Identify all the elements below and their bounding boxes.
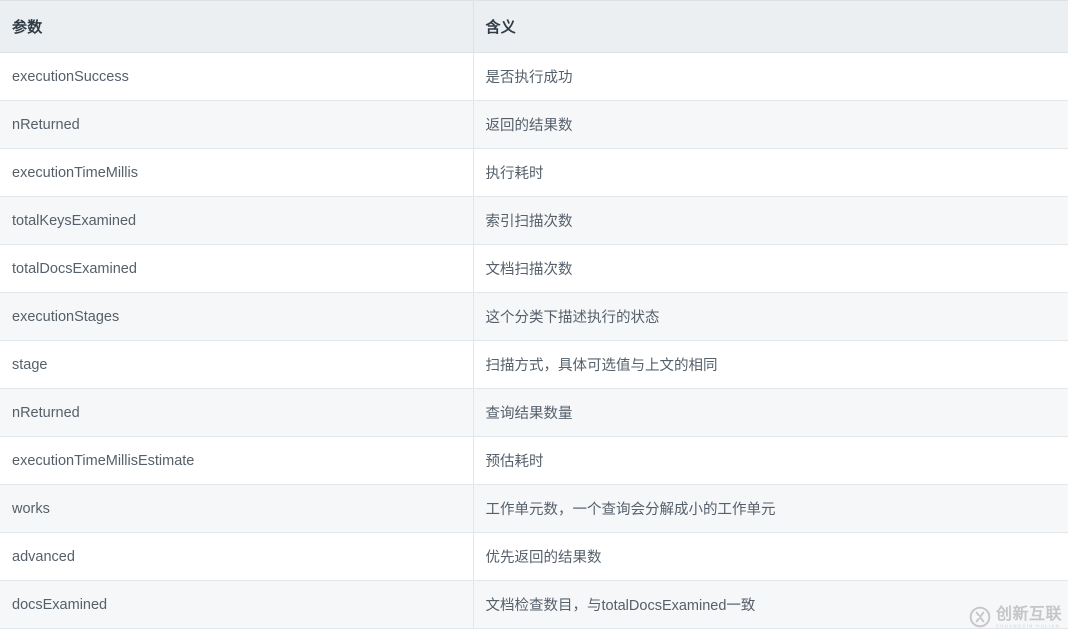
table-row: nReturned 查询结果数量 <box>0 388 1068 437</box>
table-row: nReturned 返回的结果数 <box>0 100 1068 149</box>
table-header: 参数 含义 <box>0 0 1068 53</box>
cell-meaning: 预估耗时 <box>473 436 1068 485</box>
table-row: executionTimeMillis 执行耗时 <box>0 148 1068 197</box>
cell-param: nReturned <box>0 100 474 149</box>
table-row: docsExamined 文档检查数目，与totalDocsExamined一致 <box>0 580 1068 629</box>
table-row: works 工作单元数，一个查询会分解成小的工作单元 <box>0 484 1068 533</box>
cell-meaning: 索引扫描次数 <box>473 196 1068 245</box>
cell-param: works <box>0 484 474 533</box>
cell-meaning: 工作单元数，一个查询会分解成小的工作单元 <box>473 484 1068 533</box>
column-header-param: 参数 <box>0 0 474 53</box>
cell-param: executionTimeMillis <box>0 148 474 197</box>
cell-param: totalDocsExamined <box>0 244 474 293</box>
cell-param: executionTimeMillisEstimate <box>0 436 474 485</box>
cell-param: executionStages <box>0 292 474 341</box>
table-body: executionSuccess 是否执行成功 nReturned 返回的结果数 exe… <box>0 52 1068 629</box>
cell-param: nReturned <box>0 388 474 437</box>
page-root: 参数 含义 executionSuccess 是否执行成功 nReturned 返回的… <box>0 0 1068 633</box>
cell-param: advanced <box>0 532 474 581</box>
cell-meaning: 扫描方式，具体可选值与上文的相同 <box>473 340 1068 389</box>
cell-meaning: 文档扫描次数 <box>473 244 1068 293</box>
table-row: executionTimeMillisEstimate 预估耗时 <box>0 436 1068 485</box>
cell-meaning: 是否执行成功 <box>473 52 1068 101</box>
column-header-meaning: 含义 <box>473 0 1068 53</box>
cell-param: totalKeysExamined <box>0 196 474 245</box>
table-row: executionStages 这个分类下描述执行的状态 <box>0 292 1068 341</box>
cell-meaning: 执行耗时 <box>473 148 1068 197</box>
table-row: totalDocsExamined 文档扫描次数 <box>0 244 1068 293</box>
cell-meaning: 文档检查数目，与totalDocsExamined一致 <box>473 580 1068 629</box>
table-row: stage 扫描方式，具体可选值与上文的相同 <box>0 340 1068 389</box>
table-header-row: 参数 含义 <box>0 0 1068 53</box>
cell-meaning: 查询结果数量 <box>473 388 1068 437</box>
cell-param: stage <box>0 340 474 389</box>
cell-meaning: 这个分类下描述执行的状态 <box>473 292 1068 341</box>
cell-meaning: 返回的结果数 <box>473 100 1068 149</box>
table-row: totalKeysExamined 索引扫描次数 <box>0 196 1068 245</box>
cell-param: executionSuccess <box>0 52 474 101</box>
cell-meaning: 优先返回的结果数 <box>473 532 1068 581</box>
parameter-meaning-table: 参数 含义 executionSuccess 是否执行成功 nReturned 返回的… <box>0 0 1068 629</box>
cell-param: docsExamined <box>0 580 474 629</box>
table-row: executionSuccess 是否执行成功 <box>0 52 1068 101</box>
table-row: advanced 优先返回的结果数 <box>0 532 1068 581</box>
